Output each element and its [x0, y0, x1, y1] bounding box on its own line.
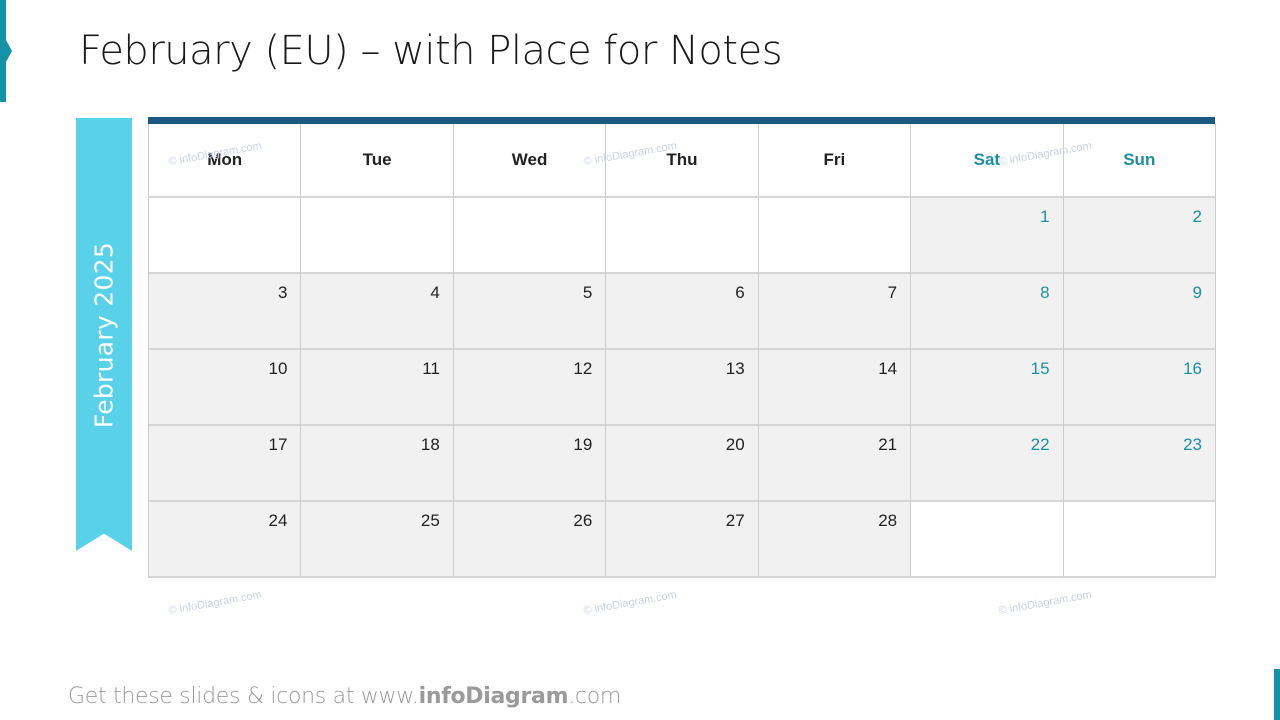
day-number: 5	[582, 283, 593, 302]
day-cell[interactable]: 22	[911, 426, 1064, 502]
day-cell[interactable]: 26	[453, 502, 607, 578]
day-header-fri: Fri	[758, 124, 912, 198]
day-number: 10	[268, 359, 288, 378]
day-number: 25	[420, 511, 440, 530]
footer-text: Get these slides & icons at www.infoDiag…	[68, 684, 621, 709]
day-cell[interactable]: 2	[1063, 198, 1216, 274]
day-number: 21	[878, 435, 898, 454]
day-cell[interactable]: 3	[149, 274, 302, 350]
day-number: 19	[573, 435, 593, 454]
day-cell[interactable]: 24	[149, 502, 302, 578]
day-number: 15	[1030, 359, 1050, 378]
day-cell[interactable]: 23	[1063, 426, 1216, 502]
day-cell[interactable]: 14	[758, 350, 912, 426]
day-cell[interactable]: 27	[606, 502, 759, 578]
watermark: © infoDiagram.com	[582, 588, 678, 618]
empty-day-cell[interactable]	[606, 198, 759, 274]
watermark: © infoDiagram.com	[997, 588, 1093, 618]
footer-prefix: Get these slides & icons at www.	[68, 684, 419, 709]
day-number: 11	[422, 359, 440, 378]
day-cell[interactable]: 5	[453, 274, 607, 350]
day-cell[interactable]: 1	[911, 198, 1064, 274]
empty-day-cell[interactable]	[301, 198, 454, 274]
day-header-sat: Sat	[911, 124, 1064, 198]
day-cell[interactable]: 13	[606, 350, 759, 426]
watermark: © infoDiagram.com	[167, 588, 263, 618]
day-cell[interactable]: 4	[301, 274, 454, 350]
day-cell[interactable]: 16	[1063, 350, 1216, 426]
day-number: 22	[1030, 435, 1050, 454]
day-cell[interactable]: 8	[911, 274, 1064, 350]
right-accent-bar	[1274, 669, 1280, 720]
day-cell[interactable]: 18	[301, 426, 454, 502]
day-cell[interactable]: 20	[606, 426, 759, 502]
day-number: 14	[878, 359, 898, 378]
day-cell[interactable]: 12	[453, 350, 607, 426]
ribbon-month-label: February 2025	[89, 241, 119, 429]
footer-brand: infoDiagram	[418, 684, 569, 709]
day-number: 3	[277, 283, 288, 302]
empty-day-cell[interactable]	[453, 198, 607, 274]
calendar-grid: Mon Tue Wed Thu Fri Sat Sun 1 2 3 4 5 6 7 8 9 10 11 12 13 14…	[148, 124, 1216, 578]
day-number: 7	[887, 283, 898, 302]
day-number: 16	[1183, 359, 1202, 378]
day-number: 24	[268, 511, 288, 530]
day-number: 1	[1040, 207, 1050, 226]
footer-suffix: .com	[568, 684, 621, 709]
day-number: 12	[573, 359, 593, 378]
day-header-tue: Tue	[301, 124, 454, 198]
day-number: 2	[1192, 207, 1202, 226]
day-cell[interactable]: 28	[758, 502, 912, 578]
day-number: 26	[573, 511, 593, 530]
day-cell[interactable]: 15	[911, 350, 1064, 426]
day-cell[interactable]: 10	[149, 350, 302, 426]
day-cell[interactable]: 21	[758, 426, 912, 502]
day-cell[interactable]: 7	[758, 274, 912, 350]
day-number: 20	[725, 435, 745, 454]
day-number: 17	[268, 435, 288, 454]
day-number: 23	[1183, 435, 1202, 454]
left-accent-arrow-icon	[6, 40, 12, 62]
empty-day-cell[interactable]	[911, 502, 1064, 578]
day-number: 9	[1192, 283, 1202, 302]
day-header-sun: Sun	[1063, 124, 1216, 198]
day-cell[interactable]: 19	[453, 426, 607, 502]
day-number: 6	[735, 283, 745, 302]
calendar-header-bar	[148, 117, 1215, 124]
day-header-thu: Thu	[606, 124, 759, 198]
day-cell[interactable]: 17	[149, 426, 302, 502]
day-cell[interactable]: 25	[301, 502, 454, 578]
empty-day-cell[interactable]	[758, 198, 912, 274]
day-number: 13	[725, 359, 745, 378]
day-number: 27	[725, 511, 745, 530]
day-cell[interactable]: 11	[301, 350, 454, 426]
slide-title: February (EU) – with Place for Notes	[79, 28, 783, 74]
day-number: 4	[430, 283, 440, 302]
day-cell[interactable]: 6	[606, 274, 759, 350]
empty-day-cell[interactable]	[149, 198, 302, 274]
day-header-mon: Mon	[149, 124, 302, 198]
day-cell[interactable]: 9	[1063, 274, 1216, 350]
day-header-wed: Wed	[453, 124, 607, 198]
day-number: 28	[878, 511, 898, 530]
day-number: 8	[1040, 283, 1050, 302]
empty-day-cell[interactable]	[1063, 502, 1216, 578]
day-number: 18	[420, 435, 440, 454]
